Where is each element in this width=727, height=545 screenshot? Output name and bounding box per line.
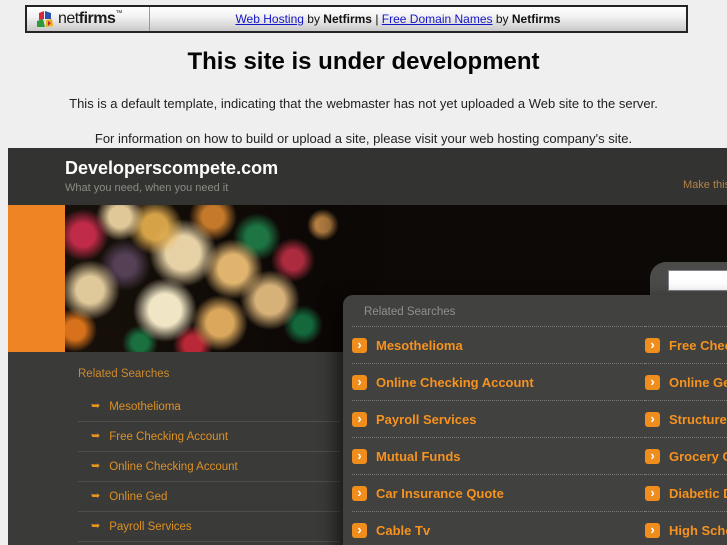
netfirms-header-bar: netfirms™ Web Hosting by Netfirms | Free… — [25, 5, 688, 33]
sidebar-item[interactable]: Online Ged — [78, 482, 340, 512]
free-domain-names-link[interactable]: Free Domain Names — [382, 12, 493, 26]
search-input[interactable] — [676, 272, 727, 289]
search-tab — [650, 262, 727, 295]
chevron-bullet-icon — [645, 485, 660, 501]
arrow-bullet-icon — [91, 461, 100, 472]
related-search-label: Mesothelioma — [376, 337, 463, 353]
netfirms-logo-icon — [37, 10, 53, 27]
chevron-bullet-icon — [645, 522, 660, 538]
related-search-label: Mutual Funds — [376, 448, 461, 464]
related-search-label: Online Checking Account — [376, 374, 534, 390]
logo-firms: firms — [78, 10, 116, 27]
sidebar-item-label: Mesothelioma — [109, 400, 181, 413]
related-search-link[interactable]: Diabetic Diet — [645, 475, 727, 512]
related-search-link[interactable]: Mutual Funds — [352, 438, 645, 475]
logo-tm: ™ — [115, 10, 122, 17]
arrow-bullet-icon — [91, 491, 100, 502]
related-search-link[interactable]: Structured Settlements — [645, 401, 727, 438]
arrow-bullet-icon — [91, 431, 100, 442]
netfirms-logo-text: netfirms™ — [58, 10, 122, 28]
chevron-bullet-icon — [352, 374, 367, 390]
sidebar-item-label: Online Checking Account — [109, 460, 238, 473]
related-search-label: Diabetic Diet — [669, 485, 727, 501]
chevron-bullet-icon — [352, 485, 367, 501]
search-box[interactable] — [668, 270, 727, 291]
sidebar-item-label: Online Ged — [109, 490, 168, 503]
related-search-link[interactable]: Cable Tv — [352, 512, 645, 545]
chevron-bullet-icon — [645, 411, 660, 427]
panel-right-column: Free Checking Account Online Ged Structu… — [645, 326, 727, 545]
web-hosting-link[interactable]: Web Hosting — [235, 12, 303, 26]
related-search-link[interactable]: Free Checking Account — [645, 326, 727, 364]
parked-domain-section: Developerscompete.com What you need, whe… — [8, 148, 727, 545]
related-search-label: High School Diploma — [669, 522, 727, 538]
related-search-label: Cable Tv — [376, 522, 431, 538]
page-title: This site is under development — [187, 48, 540, 75]
related-search-label: Free Checking Account — [669, 337, 727, 353]
make-this-link[interactable]: Make this — [683, 179, 727, 191]
related-search-label: Grocery Coupons — [669, 448, 727, 464]
netfirms-text: Netfirms — [511, 12, 561, 26]
related-search-link[interactable]: High School Diploma — [645, 512, 727, 545]
panel-left-column: Mesothelioma Online Checking Account Pay… — [352, 326, 645, 545]
related-search-label: Car Insurance Quote — [376, 485, 504, 501]
related-search-link[interactable]: Mesothelioma — [352, 326, 645, 364]
panel-title: Related Searches — [364, 306, 456, 318]
sidebar-item[interactable]: Online Checking Account — [78, 452, 340, 482]
related-search-label: Online Ged — [669, 374, 727, 390]
arrow-bullet-icon — [91, 521, 100, 532]
arrow-bullet-icon — [91, 401, 100, 412]
chevron-bullet-icon — [352, 448, 367, 464]
page: netfirms™ Web Hosting by Netfirms | Free… — [0, 0, 727, 545]
sidebar-item[interactable]: Payroll Services — [78, 512, 340, 542]
sidebar-title: Related Searches — [78, 368, 170, 380]
chevron-bullet-icon — [645, 337, 660, 353]
related-search-link[interactable]: Car Insurance Quote — [352, 475, 645, 512]
chevron-bullet-icon — [352, 411, 367, 427]
header-links: Web Hosting by Netfirms | Free Domain Na… — [150, 12, 686, 26]
netfirms-text: Netfirms — [323, 12, 372, 26]
separator-text: | — [375, 12, 379, 26]
chevron-bullet-icon — [352, 522, 367, 538]
notice-line-1: This is a default template, indicating t… — [69, 96, 658, 111]
related-search-link[interactable]: Online Ged — [645, 364, 727, 401]
related-searches-panel: Related Searches Mesothelioma Online Che… — [343, 295, 727, 545]
related-search-link[interactable]: Online Checking Account — [352, 364, 645, 401]
related-search-link[interactable]: Grocery Coupons — [645, 438, 727, 475]
chevron-bullet-icon — [352, 337, 367, 353]
domain-title: Developerscompete.com — [65, 158, 279, 178]
sidebar-item-label: Free Checking Account — [109, 430, 229, 443]
sidebar-item[interactable]: Free Checking Account — [78, 422, 340, 452]
sidebar-item-label: Payroll Services — [109, 520, 192, 533]
sidebar-list: Mesothelioma Free Checking Account Onlin… — [78, 392, 340, 542]
orange-accent-block — [8, 205, 65, 352]
notice-line-2: For information on how to build or uploa… — [94, 131, 633, 146]
related-search-link[interactable]: Payroll Services — [352, 401, 645, 438]
related-search-label: Structured Settlements — [669, 411, 727, 427]
domain-tagline: What you need, when you need it — [65, 182, 229, 194]
chevron-bullet-icon — [645, 448, 660, 464]
sidebar-item[interactable]: Mesothelioma — [78, 392, 340, 422]
chevron-bullet-icon — [645, 374, 660, 390]
by-text: by — [307, 12, 320, 26]
logo-net: net — [58, 10, 79, 27]
by-text: by — [495, 12, 509, 26]
panel-columns: Mesothelioma Online Checking Account Pay… — [352, 326, 727, 545]
related-search-label: Payroll Services — [376, 411, 477, 427]
netfirms-logo[interactable]: netfirms™ — [27, 10, 131, 28]
